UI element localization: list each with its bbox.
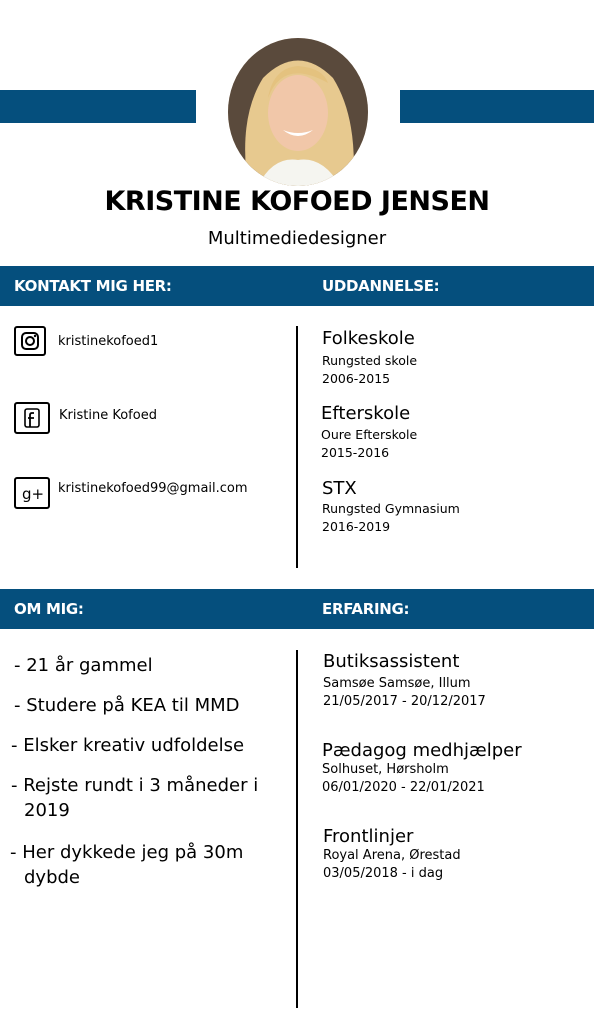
about-item: - Studere på KEA til MMD [14,695,240,716]
header-bar-right [400,90,594,123]
education-item-title: Efterskole [321,403,411,424]
experience-item-place: Royal Arena, Ørestad [323,848,461,863]
section-band-bottom [0,589,594,629]
education-item-school: Rungsted skole [322,353,418,368]
education-item-title: Folkeskole [322,328,415,349]
education-item-school: Oure Efterskole [321,427,418,442]
education-item-years: 2006-2015 [322,371,391,386]
experience-item-title: Butiksassistent [323,651,460,672]
contact-facebook[interactable]: Kristine Kofoed [59,408,157,423]
education-item-title: STX [322,478,357,499]
divider-bottom [296,650,298,1008]
education-item-years: 2016-2019 [322,519,391,534]
about-title: Om mig: [14,600,84,618]
instagram-icon[interactable] [14,326,46,356]
google-plus-icon[interactable]: g+ [14,477,50,509]
experience-item-dates: 03/05/2018 - i dag [323,866,444,881]
header-bar-left [0,90,196,123]
profile-photo [228,38,368,186]
education-item-school: Rungsted Gymnasium [322,501,460,516]
education-item-years: 2015-2016 [321,445,390,460]
svg-text:g+: g+ [22,485,44,503]
person-role: Multimediedesigner [207,228,387,249]
experience-item-title: Pædagog medhjælper [322,740,522,761]
avatar [228,38,368,186]
experience-item-dates: 06/01/2020 - 22/01/2021 [322,780,485,795]
person-name: Kristine Kofoed Jensen [104,186,491,217]
experience-item-title: Frontlinjer [323,826,414,847]
about-item: - Elsker kreativ udfoldelse [11,735,245,756]
about-item: - Her dykkede jeg på 30m dybde [10,842,244,888]
experience-title: Erfaring: [322,600,410,618]
about-item: - 21 år gammel [14,655,153,676]
contact-title: Kontakt mig her: [14,277,172,295]
contact-email[interactable]: kristinekofoed99@gmail.com [58,481,248,496]
contact-instagram[interactable]: kristinekofoed1 [58,334,158,349]
education-title: Uddannelse: [322,277,440,295]
experience-item-place: Solhuset, Hørsholm [322,762,449,777]
facebook-icon[interactable] [14,402,50,434]
experience-item-dates: 21/05/2017 - 20/12/2017 [323,694,486,709]
about-item: - Rejste rundt i 3 måneder i 2019 [11,775,259,821]
experience-item-place: Samsøe Samsøe, Illum [323,676,471,691]
divider-top [296,326,298,568]
